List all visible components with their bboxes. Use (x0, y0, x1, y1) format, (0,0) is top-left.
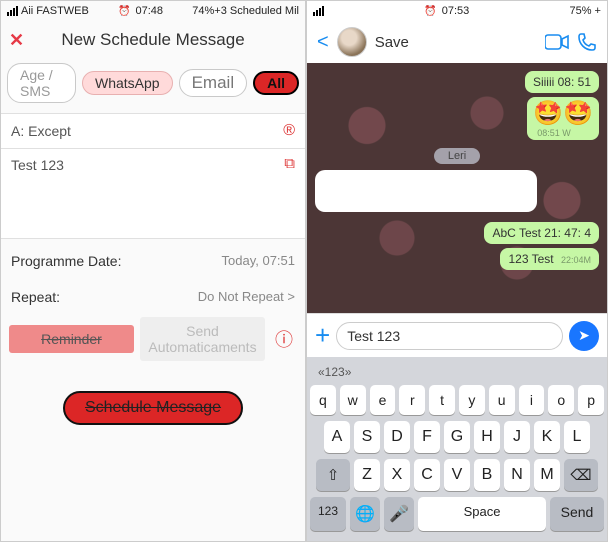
message-out-emoji[interactable]: 🤩🤩 08:51 W (527, 97, 599, 140)
send-auto-button[interactable]: Send Automaticaments (140, 317, 265, 361)
channel-tabs: Age / SMS WhatsApp Email All (1, 59, 305, 113)
close-icon[interactable]: ✕ (9, 30, 24, 51)
nav-bar-left: ✕ New Schedule Message (1, 21, 305, 59)
status-bar-right: 07:53 75% + (307, 1, 607, 21)
message-out[interactable]: Siiiii 08: 51 (525, 71, 599, 93)
carrier-label: Aii FASTWEB (21, 5, 89, 17)
key-s[interactable]: S (354, 421, 380, 453)
key-y[interactable]: y (459, 385, 485, 415)
copy-icon[interactable]: ⧉ (284, 155, 295, 172)
message-timestamp: 08:51 W (537, 128, 593, 138)
tab-whatsapp[interactable]: WhatsApp (82, 71, 173, 95)
signal-icon (7, 6, 18, 16)
tab-all[interactable]: All (253, 71, 299, 95)
signal-icon (313, 6, 324, 16)
starstruck-icon: 🤩🤩 (533, 100, 593, 127)
key-k[interactable]: K (534, 421, 560, 453)
keyboard-row-2: A S D F G H J K L (310, 421, 604, 453)
message-out[interactable]: AbC Test 21: 47: 4 (484, 222, 599, 244)
repeat-value: Do Not Repeat > (198, 289, 295, 305)
key-e[interactable]: e (370, 385, 396, 415)
key-z[interactable]: Z (354, 459, 380, 491)
key-r[interactable]: r (399, 385, 425, 415)
avatar[interactable] (337, 27, 367, 57)
key-t[interactable]: t (429, 385, 455, 415)
key-globe-icon[interactable]: 🌐 (350, 497, 380, 531)
chat-area: Siiiii 08: 51 🤩🤩 08:51 W Leri AbC Test 2… (307, 63, 607, 313)
tab-sms[interactable]: Age / SMS (7, 63, 76, 103)
repeat-row[interactable]: Repeat: Do Not Repeat > (1, 275, 305, 311)
keyboard-row-1: q w e r t y u i o p (310, 385, 604, 415)
key-b[interactable]: B (474, 459, 500, 491)
reminder-row: Reminder Send Automaticaments ⓘ (1, 311, 305, 365)
key-w[interactable]: w (340, 385, 366, 415)
keyboard: «123» q w e r t y u i o p A S D F G H J … (307, 357, 607, 542)
key-c[interactable]: C (414, 459, 440, 491)
status-battery: 74%+3 Scheduled Mil (192, 5, 299, 17)
key-123[interactable]: 123 (310, 497, 346, 531)
keyboard-hint: «123» (310, 363, 604, 385)
key-o[interactable]: o (548, 385, 574, 415)
schedule-pane: Aii FASTWEB 07:48 74%+3 Scheduled Mil ✕ … (0, 0, 306, 542)
key-x[interactable]: X (384, 459, 410, 491)
send-button[interactable]: ➤ (569, 321, 599, 351)
keyboard-row-3: ⇧ Z X C V B N M ⌫ (310, 459, 604, 491)
key-p[interactable]: p (578, 385, 604, 415)
send-icon: ➤ (578, 327, 590, 344)
page-title: New Schedule Message (61, 30, 244, 50)
recipient-trademark-icon: ® (283, 122, 295, 140)
key-i[interactable]: i (519, 385, 545, 415)
message-in-empty[interactable] (315, 170, 537, 212)
status-battery: 75% + (569, 5, 601, 17)
schedule-message-button[interactable]: Schedule Message (63, 391, 243, 425)
key-space[interactable]: Space (418, 497, 546, 531)
contact-name[interactable]: Save (375, 34, 537, 51)
reminder-button[interactable]: Reminder (9, 325, 134, 353)
recipient-field[interactable]: A: Except ® (1, 113, 305, 149)
keyboard-row-4: 123 🌐 🎤 Space Send (310, 497, 604, 531)
programme-date-row[interactable]: Programme Date: Today, 07:51 (1, 239, 305, 275)
key-l[interactable]: L (564, 421, 590, 453)
message-field[interactable]: Test 123 ⧉ (1, 149, 305, 239)
message-out[interactable]: 123 Test 22:04M (500, 248, 599, 270)
back-icon[interactable]: < (317, 31, 329, 54)
attach-icon[interactable]: + (315, 320, 330, 351)
key-g[interactable]: G (444, 421, 470, 453)
recipient-label: A: Except (11, 123, 71, 139)
key-backspace[interactable]: ⌫ (564, 459, 598, 491)
key-v[interactable]: V (444, 459, 470, 491)
key-f[interactable]: F (414, 421, 440, 453)
whatsapp-pane: 07:53 75% + < Save Siiiii 08: 51 🤩🤩 08:5… (306, 0, 608, 542)
key-m[interactable]: M (534, 459, 560, 491)
message-text: Test 123 (11, 157, 64, 173)
key-u[interactable]: u (489, 385, 515, 415)
message-input[interactable]: Test 123 (336, 322, 563, 350)
key-d[interactable]: D (384, 421, 410, 453)
key-shift[interactable]: ⇧ (316, 459, 350, 491)
day-separator: Leri (434, 148, 480, 164)
programme-date-label: Programme Date: (11, 253, 121, 269)
key-send[interactable]: Send (550, 497, 604, 531)
status-time: 07:53 (424, 5, 469, 17)
message-timestamp: 22:04M (561, 255, 591, 265)
repeat-label: Repeat: (11, 289, 60, 305)
programme-date-value: Today, 07:51 (222, 253, 295, 269)
tab-email[interactable]: Email (179, 69, 248, 97)
key-q[interactable]: q (310, 385, 336, 415)
key-n[interactable]: N (504, 459, 530, 491)
key-h[interactable]: H (474, 421, 500, 453)
status-time: 07:48 (118, 5, 163, 17)
key-j[interactable]: J (504, 421, 530, 453)
message-input-bar: + Test 123 ➤ (307, 313, 607, 357)
key-a[interactable]: A (324, 421, 350, 453)
nav-bar-right: < Save (307, 21, 607, 63)
status-bar-left: Aii FASTWEB 07:48 74%+3 Scheduled Mil (1, 1, 305, 21)
info-icon[interactable]: ⓘ (271, 326, 297, 352)
key-mic-icon[interactable]: 🎤 (384, 497, 414, 531)
voice-call-icon[interactable] (577, 32, 597, 52)
video-call-icon[interactable] (545, 34, 569, 50)
